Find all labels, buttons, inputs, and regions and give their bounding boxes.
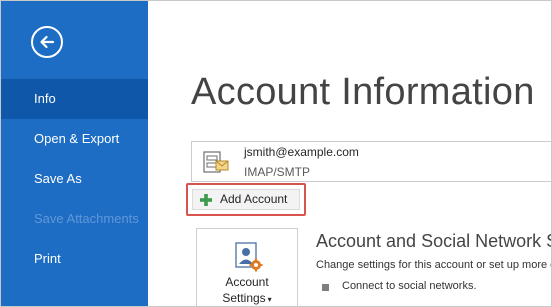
sidebar-item-print[interactable]: Print <box>1 239 148 279</box>
email-account-icon <box>203 151 229 173</box>
back-arrow-icon <box>40 35 55 49</box>
sidebar-item-info[interactable]: Info <box>1 79 148 119</box>
account-settings-icon <box>235 242 263 272</box>
account-type: IMAP/SMTP <box>244 165 311 179</box>
plus-icon <box>200 194 212 206</box>
add-account-button[interactable]: Add Account <box>186 183 306 216</box>
backstage-window: Info Open & Export Save As Save Attachme… <box>0 0 552 307</box>
account-email: jsmith@example.com <box>244 145 359 159</box>
backstage-sidebar: Info Open & Export Save As Save Attachme… <box>1 1 148 306</box>
sidebar-item-save-attachments: Save Attachments <box>34 211 139 226</box>
dropdown-arrow-icon: ▾ <box>267 295 272 304</box>
sidebar-item-save-as[interactable]: Save As <box>1 159 148 199</box>
main-content: Account Information jsmith@example.com I… <box>148 1 551 306</box>
bullet-item-social: Connect to social networks. <box>342 280 477 292</box>
back-button[interactable] <box>31 26 63 58</box>
bullet-icon <box>322 284 329 291</box>
section-description: Change settings for this account or set … <box>316 259 551 271</box>
account-settings-label-line1: Account <box>225 275 269 289</box>
add-account-button-face: Add Account <box>192 189 300 210</box>
sidebar-item-open-export[interactable]: Open & Export <box>1 119 148 159</box>
page-title: Account Information <box>191 71 535 113</box>
account-selector[interactable]: jsmith@example.com IMAP/SMTP <box>191 141 551 182</box>
account-settings-label-line2: Settings ▾ <box>222 291 272 305</box>
section-title: Account and Social Network Settings <box>316 231 551 251</box>
account-settings-button[interactable]: Account Settings ▾ <box>196 228 298 306</box>
add-account-label: Add Account <box>220 192 288 206</box>
